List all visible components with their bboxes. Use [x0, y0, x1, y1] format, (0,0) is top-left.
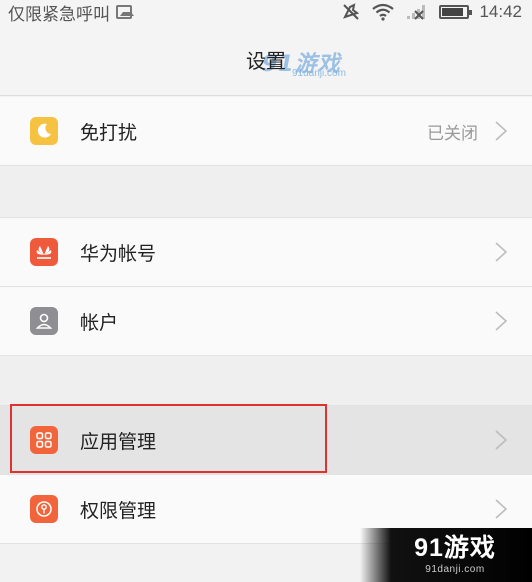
- settings-item-huawei-account[interactable]: 华为帐号: [0, 218, 532, 287]
- settings-item-do-not-disturb[interactable]: 免打扰 已关闭: [0, 97, 532, 166]
- settings-item-label: 帐户: [80, 312, 119, 334]
- watermark-url: 91danji.com: [292, 68, 346, 79]
- settings-item-app-management[interactable]: 应用管理: [0, 406, 532, 475]
- chevron-right-icon: [495, 121, 508, 141]
- page-title: 设置: [246, 51, 286, 73]
- site-logo-url: 91danji.com: [425, 563, 485, 575]
- no-signal-icon: [405, 3, 429, 21]
- account-icon: [30, 307, 58, 335]
- permission-icon: [30, 495, 58, 523]
- settings-item-label: 华为帐号: [80, 243, 157, 265]
- settings-item-label: 应用管理: [80, 431, 157, 453]
- settings-item-value: 已关闭: [427, 123, 478, 143]
- site-logo-text: 91游戏: [414, 533, 496, 562]
- clock-time: 14:42: [479, 2, 522, 21]
- image-notification-icon: [116, 5, 134, 19]
- settings-list: 免打扰 已关闭 华为帐号 帐户 应用管理 权限管理: [0, 97, 532, 544]
- wifi-icon: [371, 3, 395, 21]
- carrier-status-text: 仅限紧急呼叫: [8, 4, 110, 24]
- apps-grid-icon: [30, 426, 58, 454]
- chevron-right-icon: [495, 430, 508, 450]
- site-logo: 91游戏 91danji.com: [360, 528, 532, 582]
- section-spacer: [0, 356, 532, 406]
- title-bar: 91游戏 91danji.com 设置: [0, 24, 532, 96]
- settings-item-label: 权限管理: [80, 500, 157, 522]
- huawei-icon: [30, 238, 58, 266]
- section-spacer: [0, 166, 532, 218]
- battery-icon: [439, 5, 473, 19]
- settings-item-accounts[interactable]: 帐户: [0, 287, 532, 356]
- status-bar: 仅限紧急呼叫 14:42: [0, 0, 532, 24]
- moon-icon: [30, 117, 58, 145]
- chevron-right-icon: [495, 499, 508, 519]
- settings-item-label: 免打扰: [80, 122, 138, 144]
- chevron-right-icon: [495, 242, 508, 262]
- chevron-right-icon: [495, 311, 508, 331]
- mute-icon: [341, 3, 361, 21]
